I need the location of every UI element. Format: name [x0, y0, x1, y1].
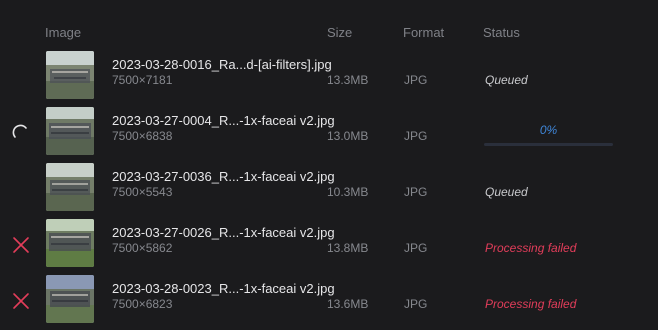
status-text: Queued [485, 73, 528, 87]
spinner-icon [11, 123, 31, 143]
file-size: 13.0MB [327, 129, 369, 143]
file-size: 10.3MB [327, 185, 369, 199]
remove-x-icon[interactable] [11, 291, 31, 311]
file-size: 13.6MB [327, 297, 369, 311]
queue-header: Image Size Format Status [0, 0, 658, 44]
file-name: 2023-03-27-0026_R...-1x-faceai v2.jpg [112, 225, 335, 240]
file-name: 2023-03-27-0004_R...-1x-faceai v2.jpg [112, 113, 335, 128]
queue-row[interactable]: 2023-03-27-0004_R...-1x-faceai v2.jpg 75… [0, 107, 658, 163]
image-thumbnail [46, 51, 94, 99]
queue-row[interactable]: 2023-03-28-0023_R...-1x-faceai v2.jpg 75… [0, 275, 658, 330]
image-dimensions: 7500×6838 [112, 129, 173, 143]
file-format: JPG [404, 129, 428, 143]
column-header-image: Image [45, 25, 82, 40]
image-dimensions: 7500×7181 [112, 73, 173, 87]
status-text: Processing failed [485, 297, 577, 311]
image-dimensions: 7500×5862 [112, 241, 173, 255]
file-format: JPG [404, 185, 428, 199]
file-format: JPG [404, 73, 428, 87]
file-name: 2023-03-27-0036_R...-1x-faceai v2.jpg [112, 169, 335, 184]
image-thumbnail [46, 107, 94, 155]
status-text: Queued [485, 185, 528, 199]
queue-row[interactable]: 2023-03-28-0016_Ra...d-[ai-filters].jpg … [0, 51, 658, 107]
file-name: 2023-03-28-0016_Ra...d-[ai-filters].jpg [112, 57, 332, 72]
file-format: JPG [404, 241, 428, 255]
image-thumbnail [46, 275, 94, 323]
queue-row[interactable]: 2023-03-27-0036_R...-1x-faceai v2.jpg 75… [0, 163, 658, 219]
remove-x-icon[interactable] [11, 235, 31, 255]
progress-bar [484, 143, 613, 146]
column-header-size: Size [327, 25, 353, 40]
queue-row[interactable]: 2023-03-27-0026_R...-1x-faceai v2.jpg 75… [0, 219, 658, 275]
image-thumbnail [46, 163, 94, 211]
image-dimensions: 7500×6823 [112, 297, 173, 311]
progress-percentage: 0% [539, 123, 558, 137]
image-thumbnail [46, 219, 94, 267]
column-header-status: Status [483, 25, 520, 40]
image-queue-panel: Image Size Format Status 2023-03-28-0016… [0, 0, 658, 330]
file-name: 2023-03-28-0023_R...-1x-faceai v2.jpg [112, 281, 335, 296]
file-size: 13.3MB [327, 73, 369, 87]
image-dimensions: 7500×5543 [112, 185, 173, 199]
column-header-format: Format [403, 25, 445, 40]
file-size: 13.8MB [327, 241, 369, 255]
status-text: Processing failed [485, 241, 577, 255]
file-format: JPG [404, 297, 428, 311]
